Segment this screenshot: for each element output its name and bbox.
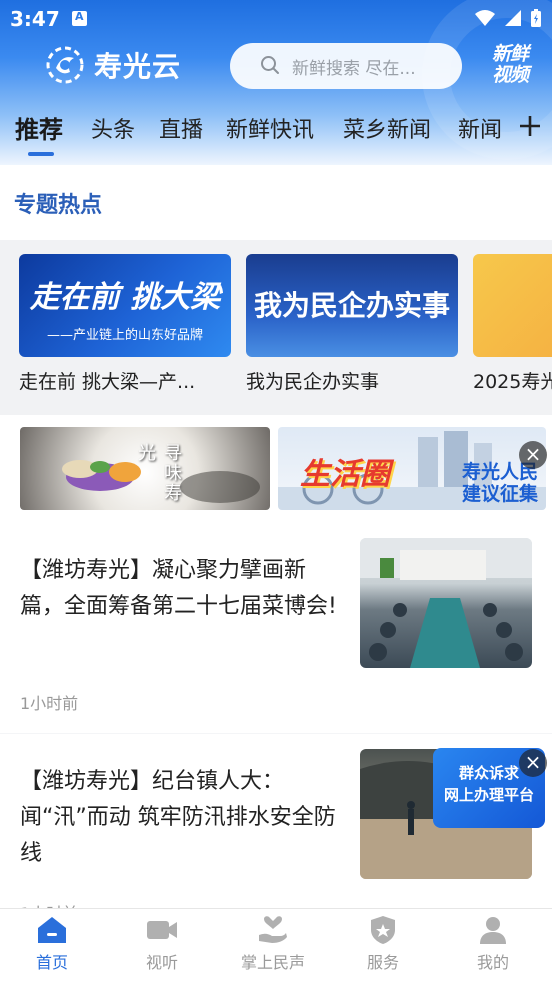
system-icons [474,8,542,28]
promo-banner: 寻味寿光 生活圈 寿光人民 建议征集 × [0,415,552,523]
fresh-video-line1: 新鲜 [491,43,529,65]
topic-card-label: 走在前 挑大梁—产... [19,371,196,393]
topic-card[interactable]: 我为民企办实事 我为民企办实事 [246,254,458,394]
topic-section-title: 专题热点 [14,193,103,218]
tab-live[interactable]: 直播 [159,112,203,144]
app-logo[interactable]: 寿光云 [44,44,181,86]
topic-card-image-subtitle: ——产业链上的山东好品牌 [46,328,203,343]
topic-card-image: 我为民企办实事 [246,254,458,357]
app-name: 寿光云 [94,50,182,83]
search-icon [261,56,279,74]
active-tab-indicator [28,152,54,156]
topic-card-label: 我为民企办实事 [246,371,380,393]
tab-vegetable-news[interactable]: 菜乡新闻 [343,112,431,144]
home-icon [38,917,66,943]
topic-card-image-title: 我为民企办实事 [253,289,450,322]
app-root: 3:47 寿光云 新鲜搜索 尽在... 新鲜 视频 推荐 头条 直播 新鲜 [0,0,552,983]
wifi-icon [475,10,495,26]
banner-ad-left[interactable]: 寻味寿光 [20,427,270,510]
floating-ad-line2: 网上办理平台 [443,786,534,804]
shield-icon [371,916,395,944]
tab-fresh-news[interactable]: 新鲜快讯 [226,112,314,144]
bottom-navigation: 首页 视听 掌上民声 服务 我的 [0,908,552,983]
topic-card[interactable]: 2025寿光 [473,254,552,394]
video-camera-icon [147,921,177,939]
tab-headlines[interactable]: 头条 [91,112,135,144]
banner-right-title: 生活圈 [300,457,390,492]
search-placeholder: 新鲜搜索 尽在... [292,58,416,79]
nav-profile[interactable]: 我的 [438,915,548,973]
add-channel-icon[interactable] [518,114,542,138]
topic-cards: 走在前 挑大梁 ——产业链上的山东好品牌 走在前 挑大梁—产... 我为民企办实… [0,240,552,415]
news-item[interactable]: 【潍坊寿光】凝心聚力擘画新篇，全面筹备第二十七届菜博会! 1小时前 [0,523,552,733]
nav-home[interactable]: 首页 [0,915,107,973]
news-time: 1小时前 [20,694,79,713]
nav-services-label: 服务 [366,953,399,972]
signal-icon [505,10,521,26]
search-bar[interactable]: 新鲜搜索 尽在... [230,43,462,89]
user-icon [480,917,506,944]
nav-media[interactable]: 视听 [107,915,217,973]
notification-icon [72,10,87,26]
news-title: 【潍坊寿光】纪台镇人大：闻“汛”而动 筑牢防汛排水安全防线 [20,769,336,866]
tab-recommend[interactable]: 推荐 [15,110,63,145]
topic-card-image: 走在前 挑大梁 ——产业链上的山东好品牌 [19,254,231,357]
nav-media-label: 视听 [145,953,178,972]
battery-icon [531,9,541,27]
nav-profile-label: 我的 [476,953,509,972]
hand-heart-icon [259,916,287,943]
meeting-illustration [360,538,532,668]
topic-card-image-title: 走在前 挑大梁 [29,280,221,315]
banner-ad-right[interactable]: 生活圈 寿光人民 建议征集 [278,427,546,510]
topic-section-header: 专题热点 [0,165,552,240]
news-thumbnail [360,538,532,668]
banner-right-subtitle-line2: 建议征集 [461,483,538,505]
status-bar: 3:47 [0,0,552,36]
fresh-video-button[interactable]: 新鲜 视频 [486,44,534,86]
topic-card-label: 2025寿光 [473,371,552,393]
fresh-video-line2: 视频 [491,64,529,86]
topic-card-image [473,254,552,357]
logo-icon [46,46,84,84]
nav-public-voice[interactable]: 掌上民声 [218,915,328,973]
nav-public-voice-label: 掌上民声 [240,953,305,972]
status-time: 3:47 [10,7,60,31]
floating-ad-close-button[interactable]: × [519,749,547,777]
nav-services[interactable]: 服务 [328,915,438,973]
tab-news[interactable]: 新闻 [458,112,502,144]
channel-tabs: 推荐 头条 直播 新鲜快讯 菜乡新闻 新闻 [0,104,552,156]
topic-card[interactable]: 走在前 挑大梁 ——产业链上的山东好品牌 走在前 挑大梁—产... [19,254,231,394]
news-title: 【潍坊寿光】凝心聚力擘画新篇，全面筹备第二十七届菜博会! [20,558,337,619]
banner-left-text: 寻味寿光 [135,443,182,503]
banner-close-button[interactable]: × [519,441,547,469]
nav-home-label: 首页 [35,953,68,972]
